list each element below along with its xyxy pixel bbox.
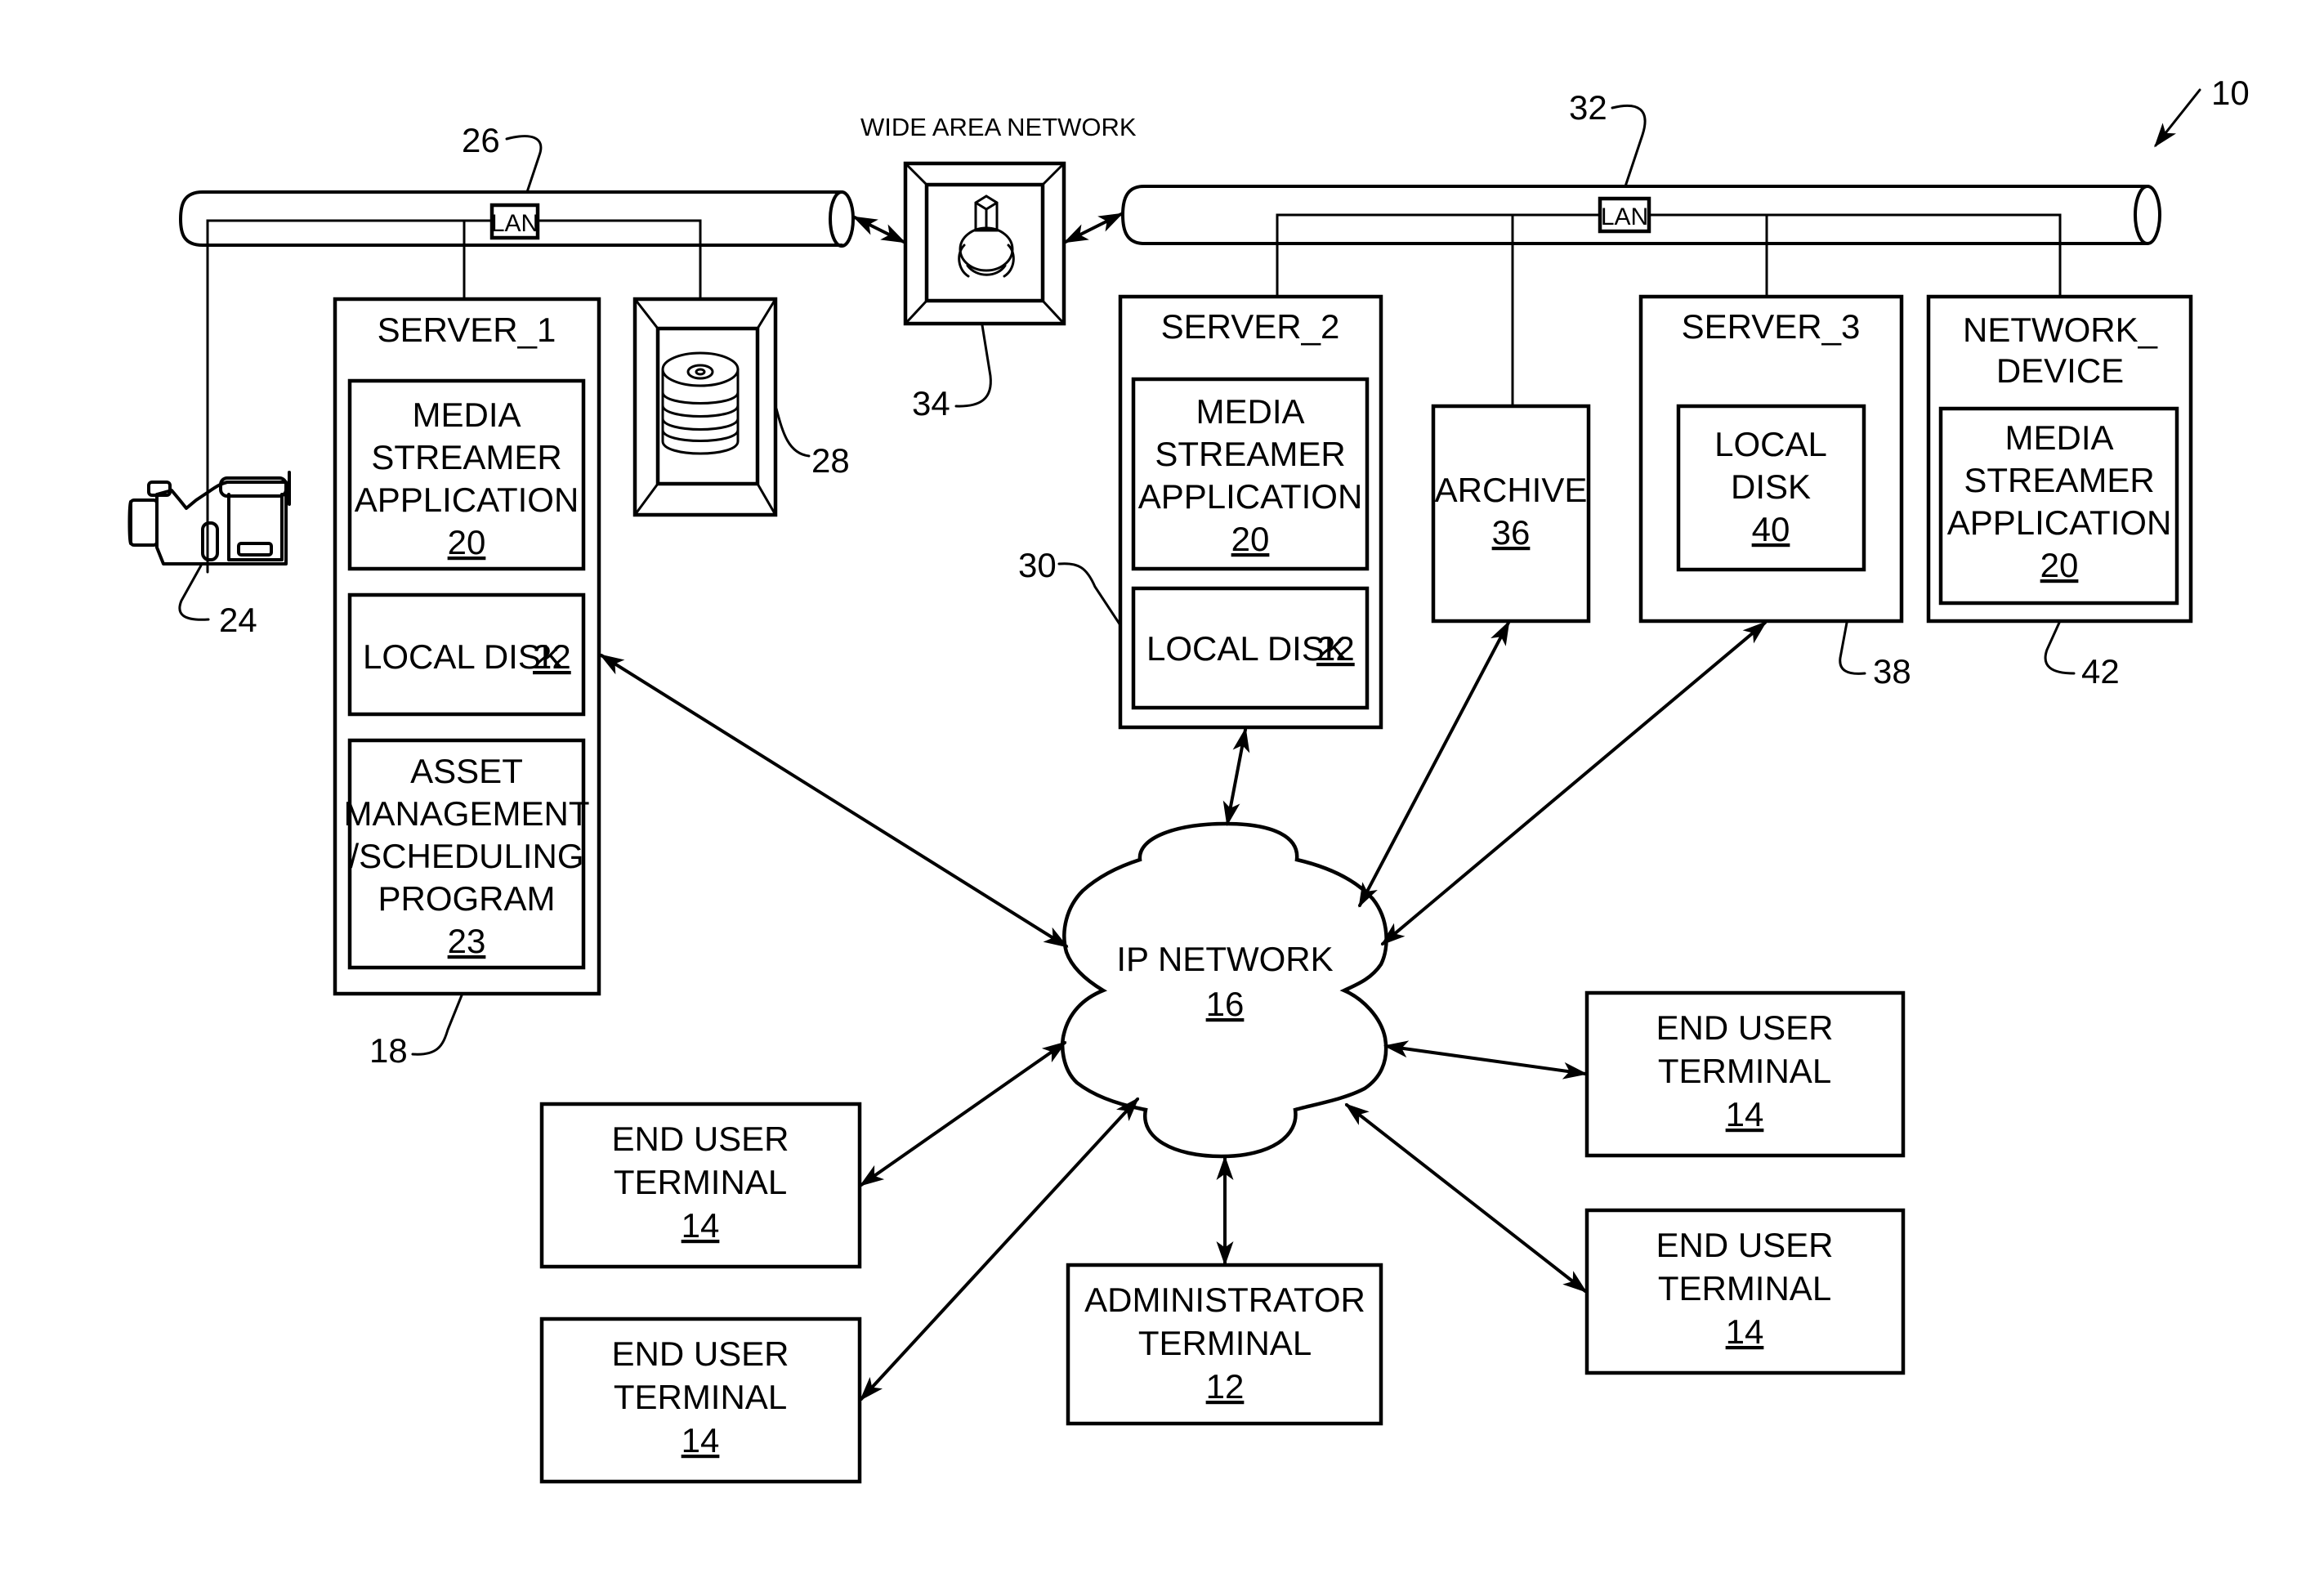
end-user-terminal-line-2: TERMINAL (614, 1163, 787, 1201)
wan-title: WIDE AREA NETWORK (860, 113, 1137, 141)
network-diagram: 10 LAN 26 LAN 32 WIDE AREA NETWORK 34 24… (127, 74, 2250, 1484)
lan-left-tube-end (829, 190, 855, 248)
archive-num: 36 (1492, 513, 1531, 552)
server-1-ref-leader (411, 994, 463, 1056)
server-2-media-line-3: APPLICATION (1138, 477, 1363, 516)
server-3-ref: 38 (1873, 652, 1911, 691)
end-user-terminal-line-1: END USER (1656, 1008, 1833, 1047)
lan-left-to-wan-arrow (852, 216, 906, 244)
administrator-terminal-num: 12 (1206, 1367, 1245, 1406)
server-1-media-line-1: MEDIA (412, 396, 521, 434)
wan-to-lan-right-arrow (1063, 212, 1124, 244)
network-device-title-line-2: DEVICE (1996, 351, 2124, 390)
administrator-terminal: ADMINISTRATOR TERMINAL 12 (1066, 1263, 1383, 1426)
archive: ARCHIVE 36 (1431, 404, 1591, 624)
wide-area-network: WIDE AREA NETWORK 34 (860, 113, 1137, 422)
server-1-asset-line-4: PROGRAM (378, 879, 555, 918)
lan-left-badge-label: LAN (491, 210, 539, 237)
server-3-ref-leader (1839, 621, 1866, 675)
figure-ref-label: 10 (2211, 74, 2250, 112)
end-user-terminal-line-1: END USER (611, 1334, 789, 1373)
server-2-to-ip-network-arrow (1222, 727, 1250, 826)
end-user-terminal-num: 14 (1726, 1095, 1764, 1133)
lan-right-tube-end (2134, 185, 2161, 245)
administrator-terminal-line-2: TERMINAL (1138, 1324, 1312, 1362)
camera-ref-leader (178, 564, 210, 621)
server-1-asset-line-3: /SCHEDULING (349, 837, 583, 875)
disk-storage: 28 (632, 297, 850, 517)
server-1-media-num: 20 (448, 523, 486, 561)
end-user-terminal-num: 14 (1726, 1312, 1764, 1351)
network-device-media-num: 20 (2040, 546, 2079, 584)
server-3-local-disk-line-1: LOCAL (1714, 425, 1827, 463)
end-user-terminal-num: 14 (682, 1421, 720, 1460)
server-1-to-ip-network-arrow (599, 654, 1069, 948)
end-user-terminal-num: 14 (682, 1206, 720, 1245)
server-1-media-line-2: STREAMER (371, 438, 561, 476)
end-user-terminal: END USER TERMINAL 14 (1584, 990, 1906, 1158)
server-3: SERVER_3 LOCAL DISK 40 38 (1638, 294, 1911, 691)
end-user-terminal: END USER TERMINAL 14 (1584, 1208, 1906, 1375)
end-user-terminal-line-2: TERMINAL (614, 1378, 787, 1416)
network-device-media-line-2: STREAMER (1964, 461, 2154, 499)
network-device-ref-leader (2044, 621, 2076, 675)
server-2-local-disk-num: 22 (1316, 629, 1355, 668)
network-device: NETWORK_ DEVICE MEDIA STREAMER APPLICATI… (1926, 294, 2193, 691)
end-user-terminal-to-ip-network-arrow (1383, 1040, 1588, 1080)
network-device-media-line-1: MEDIA (2004, 418, 2113, 457)
server-1-local-disk-num: 22 (533, 637, 571, 676)
end-user-terminal: END USER TERMINAL 14 (539, 1316, 862, 1484)
end-user-terminal-line-2: TERMINAL (1658, 1052, 1831, 1090)
disk-storage-ref-leader (775, 407, 811, 458)
lan-right-ref-leader (1611, 104, 1647, 188)
lan-left-ref: 26 (462, 121, 500, 159)
network-device-ref: 42 (2081, 652, 2120, 691)
server-3-title: SERVER_3 (1682, 307, 1861, 346)
network-device-media-line-3: APPLICATION (1947, 503, 2172, 542)
ip-network-num: 16 (1206, 985, 1245, 1023)
server-2-title: SERVER_2 (1161, 307, 1340, 346)
wan-ref: 34 (912, 384, 950, 422)
end-user-terminal-line-1: END USER (1656, 1226, 1833, 1264)
administrator-terminal-line-1: ADMINISTRATOR (1084, 1281, 1365, 1319)
server-3-local-disk-line-2: DISK (1731, 467, 1811, 506)
network-device-title-line-1: NETWORK_ (1963, 311, 2158, 349)
lan-right-ref: 32 (1569, 88, 1607, 127)
server-2-ref-leader (1057, 562, 1122, 627)
server-1-ref: 18 (369, 1031, 408, 1070)
server-1-asset-line-1: ASSET (410, 752, 523, 790)
end-user-terminal: END USER TERMINAL 14 (539, 1102, 862, 1269)
video-camera-icon (127, 471, 291, 565)
server-2-media-line-1: MEDIA (1196, 392, 1304, 431)
server-2: SERVER_2 MEDIA STREAMER APPLICATION 20 L… (1018, 294, 1383, 730)
figure-reference: 10 (2154, 74, 2250, 148)
server-1-title: SERVER_1 (378, 311, 556, 349)
disk-storage-ref: 28 (811, 441, 850, 480)
server-1-asset-num: 23 (448, 922, 486, 960)
server-1-asset-line-2: MANAGEMENT (343, 794, 589, 833)
ip-network-cloud: IP NETWORK 16 (1061, 821, 1388, 1159)
server-2-media-line-2: STREAMER (1155, 435, 1345, 473)
lan-left-ref-leader (505, 135, 543, 194)
lan-right-badge-label: LAN (1601, 203, 1648, 230)
camera-ref: 24 (219, 601, 257, 639)
end-user-terminal-to-ip-network-arrow (859, 1041, 1067, 1187)
figure-ref-arrow (2154, 88, 2201, 148)
server-2-ref: 30 (1018, 546, 1057, 584)
server-1-media-line-3: APPLICATION (355, 481, 579, 519)
archive-label: ARCHIVE (1435, 471, 1588, 509)
server-3-to-ip-network-arrow (1380, 621, 1768, 945)
end-user-terminal-line-2: TERMINAL (1658, 1269, 1831, 1308)
server-1: SERVER_1 MEDIA STREAMER APPLICATION 20 L… (333, 297, 601, 1070)
server-2-media-num: 20 (1231, 520, 1270, 558)
ip-network-label: IP NETWORK (1116, 940, 1333, 978)
wan-ref-leader (954, 324, 992, 408)
end-user-terminal-line-1: END USER (611, 1120, 789, 1158)
server-3-local-disk-num: 40 (1752, 510, 1790, 548)
